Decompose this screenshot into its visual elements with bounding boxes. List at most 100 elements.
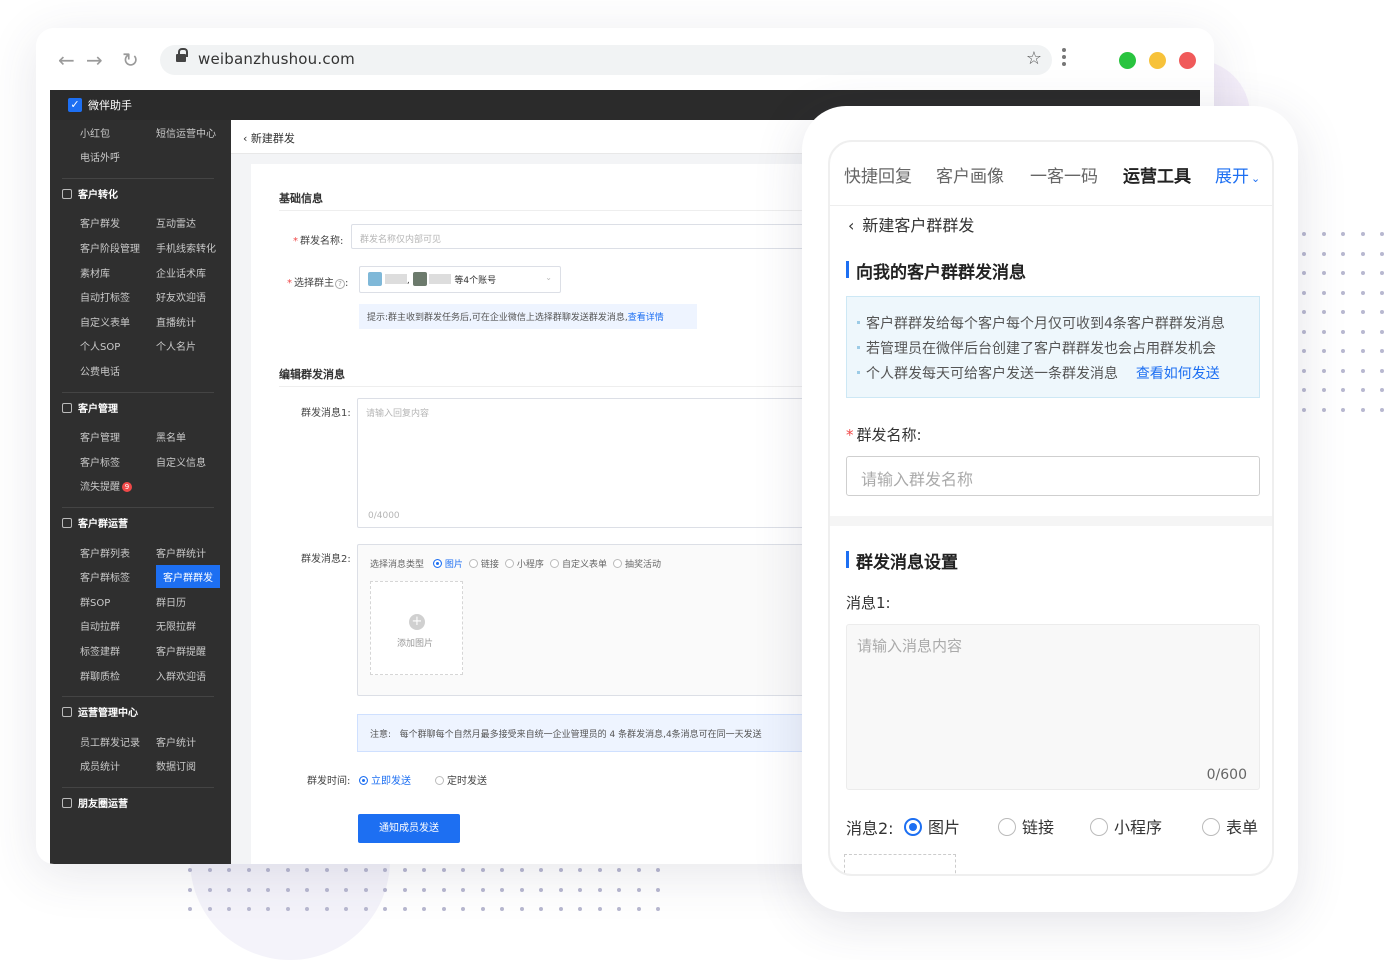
view-details-link[interactable]: 查看详情 — [628, 313, 664, 323]
sidebar-item[interactable]: 手机线索转化 — [156, 240, 216, 255]
group-icon — [62, 707, 72, 718]
window-minimize-button[interactable] — [1149, 52, 1166, 69]
sidebar-item[interactable]: 数据订阅 — [156, 758, 196, 773]
sidebar-item[interactable]: 自动拉群 — [80, 618, 120, 633]
sidebar-item[interactable]: 好友欢迎语 — [156, 289, 206, 304]
sidebar-item[interactable]: 客户标签 — [80, 454, 120, 469]
mobile-type-form-radio[interactable]: 表单 — [1202, 814, 1258, 838]
browser-menu-icon[interactable] — [1062, 48, 1066, 69]
sidebar-item[interactable]: 自动打标签 — [80, 289, 130, 304]
message-type-link-radio[interactable]: 链接 — [468, 559, 499, 570]
notice-line: 客户群群发给每个客户每个月仅可收到4条客户群群发消息 — [857, 313, 1225, 333]
message1-label: 群发消息1: — [301, 408, 351, 419]
sidebar-item[interactable]: 标签建群 — [80, 643, 120, 658]
sidebar-group-group-ops[interactable]: 客户群运营 — [62, 515, 128, 530]
sidebar-item[interactable]: 客户群列表 — [80, 545, 130, 560]
expand-tabs-button[interactable]: 展开 ⌄ — [1215, 162, 1260, 187]
mobile-message1-textarea[interactable]: 请输入消息内容 0/600 — [846, 624, 1260, 790]
mobile-upload-placeholder[interactable] — [844, 854, 956, 874]
help-icon[interactable]: ? — [335, 279, 345, 289]
message-type-miniprogram-radio[interactable]: 小程序 — [504, 559, 544, 570]
owner-name-blurred — [384, 274, 407, 284]
sidebar-item[interactable]: 黑名单 — [156, 429, 186, 444]
sidebar-item[interactable]: 客户管理 — [80, 429, 120, 444]
sidebar-item[interactable]: 客户群统计 — [156, 545, 206, 560]
mobile-back-link[interactable]: ‹ 新建客户群群发 — [848, 212, 974, 236]
sidebar-item[interactable]: 电话外呼 — [80, 149, 120, 164]
tab-customer-profile[interactable]: 客户画像 — [936, 162, 1004, 187]
sidebar-item[interactable]: 素材库 — [80, 265, 110, 280]
sidebar-item[interactable]: 自定义信息 — [156, 454, 206, 469]
sidebar-item[interactable]: 直播统计 — [156, 314, 196, 329]
sidebar-item[interactable]: 群聊质检 — [80, 668, 120, 683]
notice-line: 若管理员在微伴后台创建了客户群群发也会占用群发机会 — [857, 338, 1216, 358]
bookmark-star-icon[interactable]: ☆ — [1026, 48, 1042, 69]
sidebar-item[interactable]: 群SOP — [80, 594, 110, 609]
owner-avatar — [412, 272, 427, 286]
mobile-name-input[interactable]: 请输入群发名称 — [846, 456, 1260, 496]
back-arrow-icon[interactable]: ← — [58, 50, 75, 70]
mobile-screen: 快捷回复 客户画像 一客一码 运营工具 展开 ⌄ ‹ 新建客户群群发 向我的客户群群… — [828, 140, 1274, 876]
sidebar-item[interactable]: 个人名片 — [156, 338, 196, 353]
sidebar-group-ops-center[interactable]: 运营管理中心 — [62, 704, 138, 719]
group-send-name-label: * 群发名称: — [293, 236, 344, 247]
window-close-button[interactable] — [1179, 52, 1196, 69]
mobile-type-miniprogram-radio[interactable]: 小程序 — [1090, 814, 1162, 838]
group-icon — [62, 402, 72, 413]
sidebar-item[interactable]: 公费电话 — [80, 363, 120, 378]
owner-select[interactable]: , 等4个账号 ⌄ — [359, 266, 561, 293]
address-bar[interactable]: weibanzhushou.com ☆ — [160, 45, 1052, 75]
back-link[interactable]: ‹ 新建群发 — [243, 130, 295, 146]
sidebar-item[interactable]: 短信运营中心 — [156, 125, 216, 140]
reload-icon[interactable]: ↻ — [122, 50, 139, 70]
message2-label: 群发消息2: — [301, 554, 351, 565]
sidebar-item[interactable]: 入群欢迎语 — [156, 668, 206, 683]
message-type-image-radio[interactable]: 图片 — [432, 559, 463, 570]
sidebar-item[interactable]: 员工群发记录 — [80, 734, 140, 749]
sidebar-item[interactable]: 企业话术库 — [156, 265, 206, 280]
add-image-upload[interactable]: + 添加图片 — [370, 581, 463, 675]
message-type-lottery-radio[interactable]: 抽奖活动 — [612, 559, 661, 570]
sidebar-item[interactable]: 个人SOP — [80, 338, 120, 353]
send-now-radio[interactable]: 立即发送 — [359, 772, 411, 787]
sidebar-item[interactable]: 客户群标签 — [80, 569, 130, 584]
tab-operation-tools[interactable]: 运营工具 — [1123, 162, 1191, 187]
sidebar-item[interactable]: 客户阶段管理 — [80, 240, 140, 255]
sidebar-item[interactable]: 成员统计 — [80, 758, 120, 773]
notify-members-button[interactable]: 通知成员发送 — [358, 814, 460, 843]
tab-one-customer-code[interactable]: 一客一码 — [1030, 162, 1098, 187]
chevron-down-icon: ⌄ — [545, 273, 552, 282]
sidebar-group-moments[interactable]: 朋友圈运营 — [62, 795, 128, 810]
tab-quick-reply[interactable]: 快捷回复 — [844, 162, 912, 187]
chevron-left-icon: ‹ — [848, 216, 855, 235]
sidebar-item[interactable]: 客户群群发 — [156, 565, 220, 589]
mobile-message1-label: 消息1: — [846, 594, 891, 612]
sidebar-item[interactable]: 小红包 — [80, 125, 110, 140]
how-to-send-link[interactable]: 查看如何发送 — [1136, 366, 1220, 382]
app-name: 微伴助手 — [88, 99, 132, 112]
sidebar-item[interactable]: 流失提醒 9 — [80, 478, 132, 493]
sidebar-group-conversion[interactable]: 客户转化 — [62, 186, 118, 201]
sidebar-item[interactable]: 客户群提醒 — [156, 643, 206, 658]
mobile-type-link-radio[interactable]: 链接 — [998, 814, 1054, 838]
notice-line: 个人群发每天可给客户发送一条群发消息 查看如何发送 — [857, 363, 1220, 383]
group-send-name-input[interactable]: 群发名称仅内部可见 — [351, 224, 851, 249]
sidebar-item[interactable]: 自定义表单 — [80, 314, 130, 329]
sidebar-group-customer-management[interactable]: 客户管理 — [62, 400, 118, 415]
sidebar-divider — [62, 391, 214, 393]
window-maximize-button[interactable] — [1119, 52, 1136, 69]
message-type-custom-form-radio[interactable]: 自定义表单 — [549, 559, 607, 570]
sidebar-item[interactable]: 无限拉群 — [156, 618, 196, 633]
sidebar-item[interactable]: 客户群发 — [80, 215, 120, 230]
mobile-message1-counter: 0/600 — [1206, 767, 1247, 783]
mobile-type-image-radio[interactable]: 图片 — [904, 814, 960, 838]
chevron-down-icon: ⌄ — [1251, 172, 1261, 185]
owner-count-text: 等4个账号 — [454, 276, 497, 286]
forward-arrow-icon[interactable]: → — [86, 50, 103, 70]
section-send-to-groups: 向我的客户群群发消息 — [846, 258, 1026, 283]
sidebar-item[interactable]: 客户统计 — [156, 734, 196, 749]
sidebar-item[interactable]: 群日历 — [156, 594, 186, 609]
owner-name-blurred — [429, 274, 452, 284]
sidebar-item[interactable]: 互动雷达 — [156, 215, 196, 230]
scheduled-send-radio[interactable]: 定时发送 — [435, 772, 487, 787]
